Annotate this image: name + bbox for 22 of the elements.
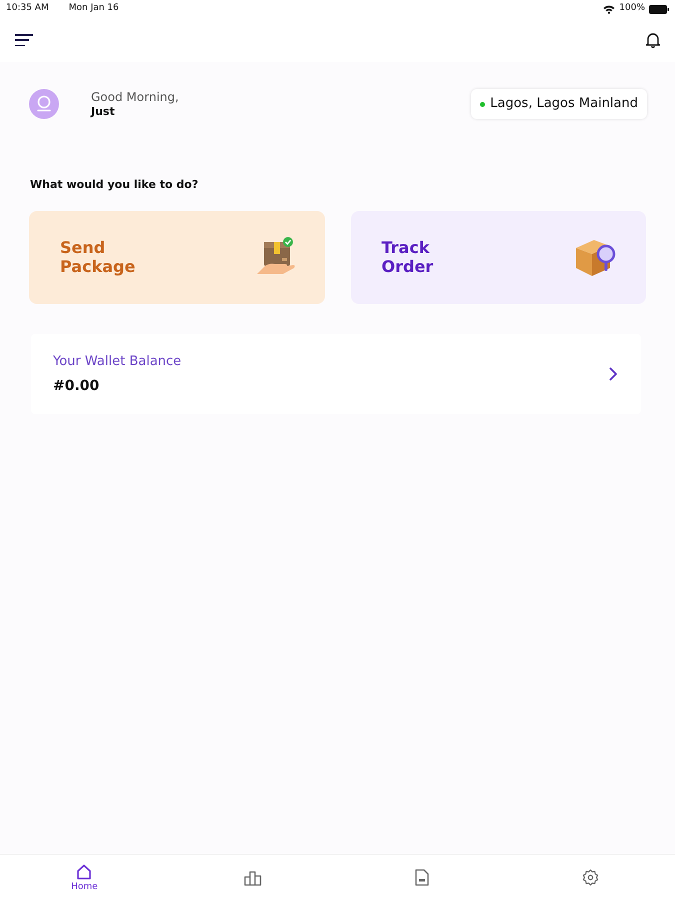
settings-icon: [582, 869, 600, 886]
wallet-amount: #0.00: [53, 378, 100, 394]
battery-icon: [649, 4, 669, 14]
wifi-icon: [603, 4, 616, 14]
greeting-text: Good Morning,: [91, 90, 179, 104]
battery-percent: 100%: [619, 2, 645, 16]
document-icon: [414, 869, 429, 886]
chevron-right-icon: [609, 366, 617, 380]
notification-bell-icon[interactable]: [646, 32, 660, 48]
wallet-card[interactable]: Your Wallet Balance #0.00: [31, 334, 641, 414]
status-date: Mon Jan 16: [68, 2, 119, 16]
location-selector[interactable]: Lagos, Lagos Mainland: [471, 89, 647, 119]
status-dot-icon: [480, 102, 486, 106]
wallet-label: Your Wallet Balance: [53, 352, 182, 370]
menu-button[interactable]: [15, 34, 33, 46]
bar-chart-icon: [244, 870, 262, 886]
track-order-card[interactable]: Track Order: [350, 210, 646, 304]
status-time: 10:35 AM: [6, 2, 49, 16]
avatar-icon[interactable]: [29, 89, 59, 119]
section-heading: What would you like to do?: [30, 177, 200, 193]
home-icon: [76, 864, 92, 880]
user-name: Just: [91, 104, 116, 118]
